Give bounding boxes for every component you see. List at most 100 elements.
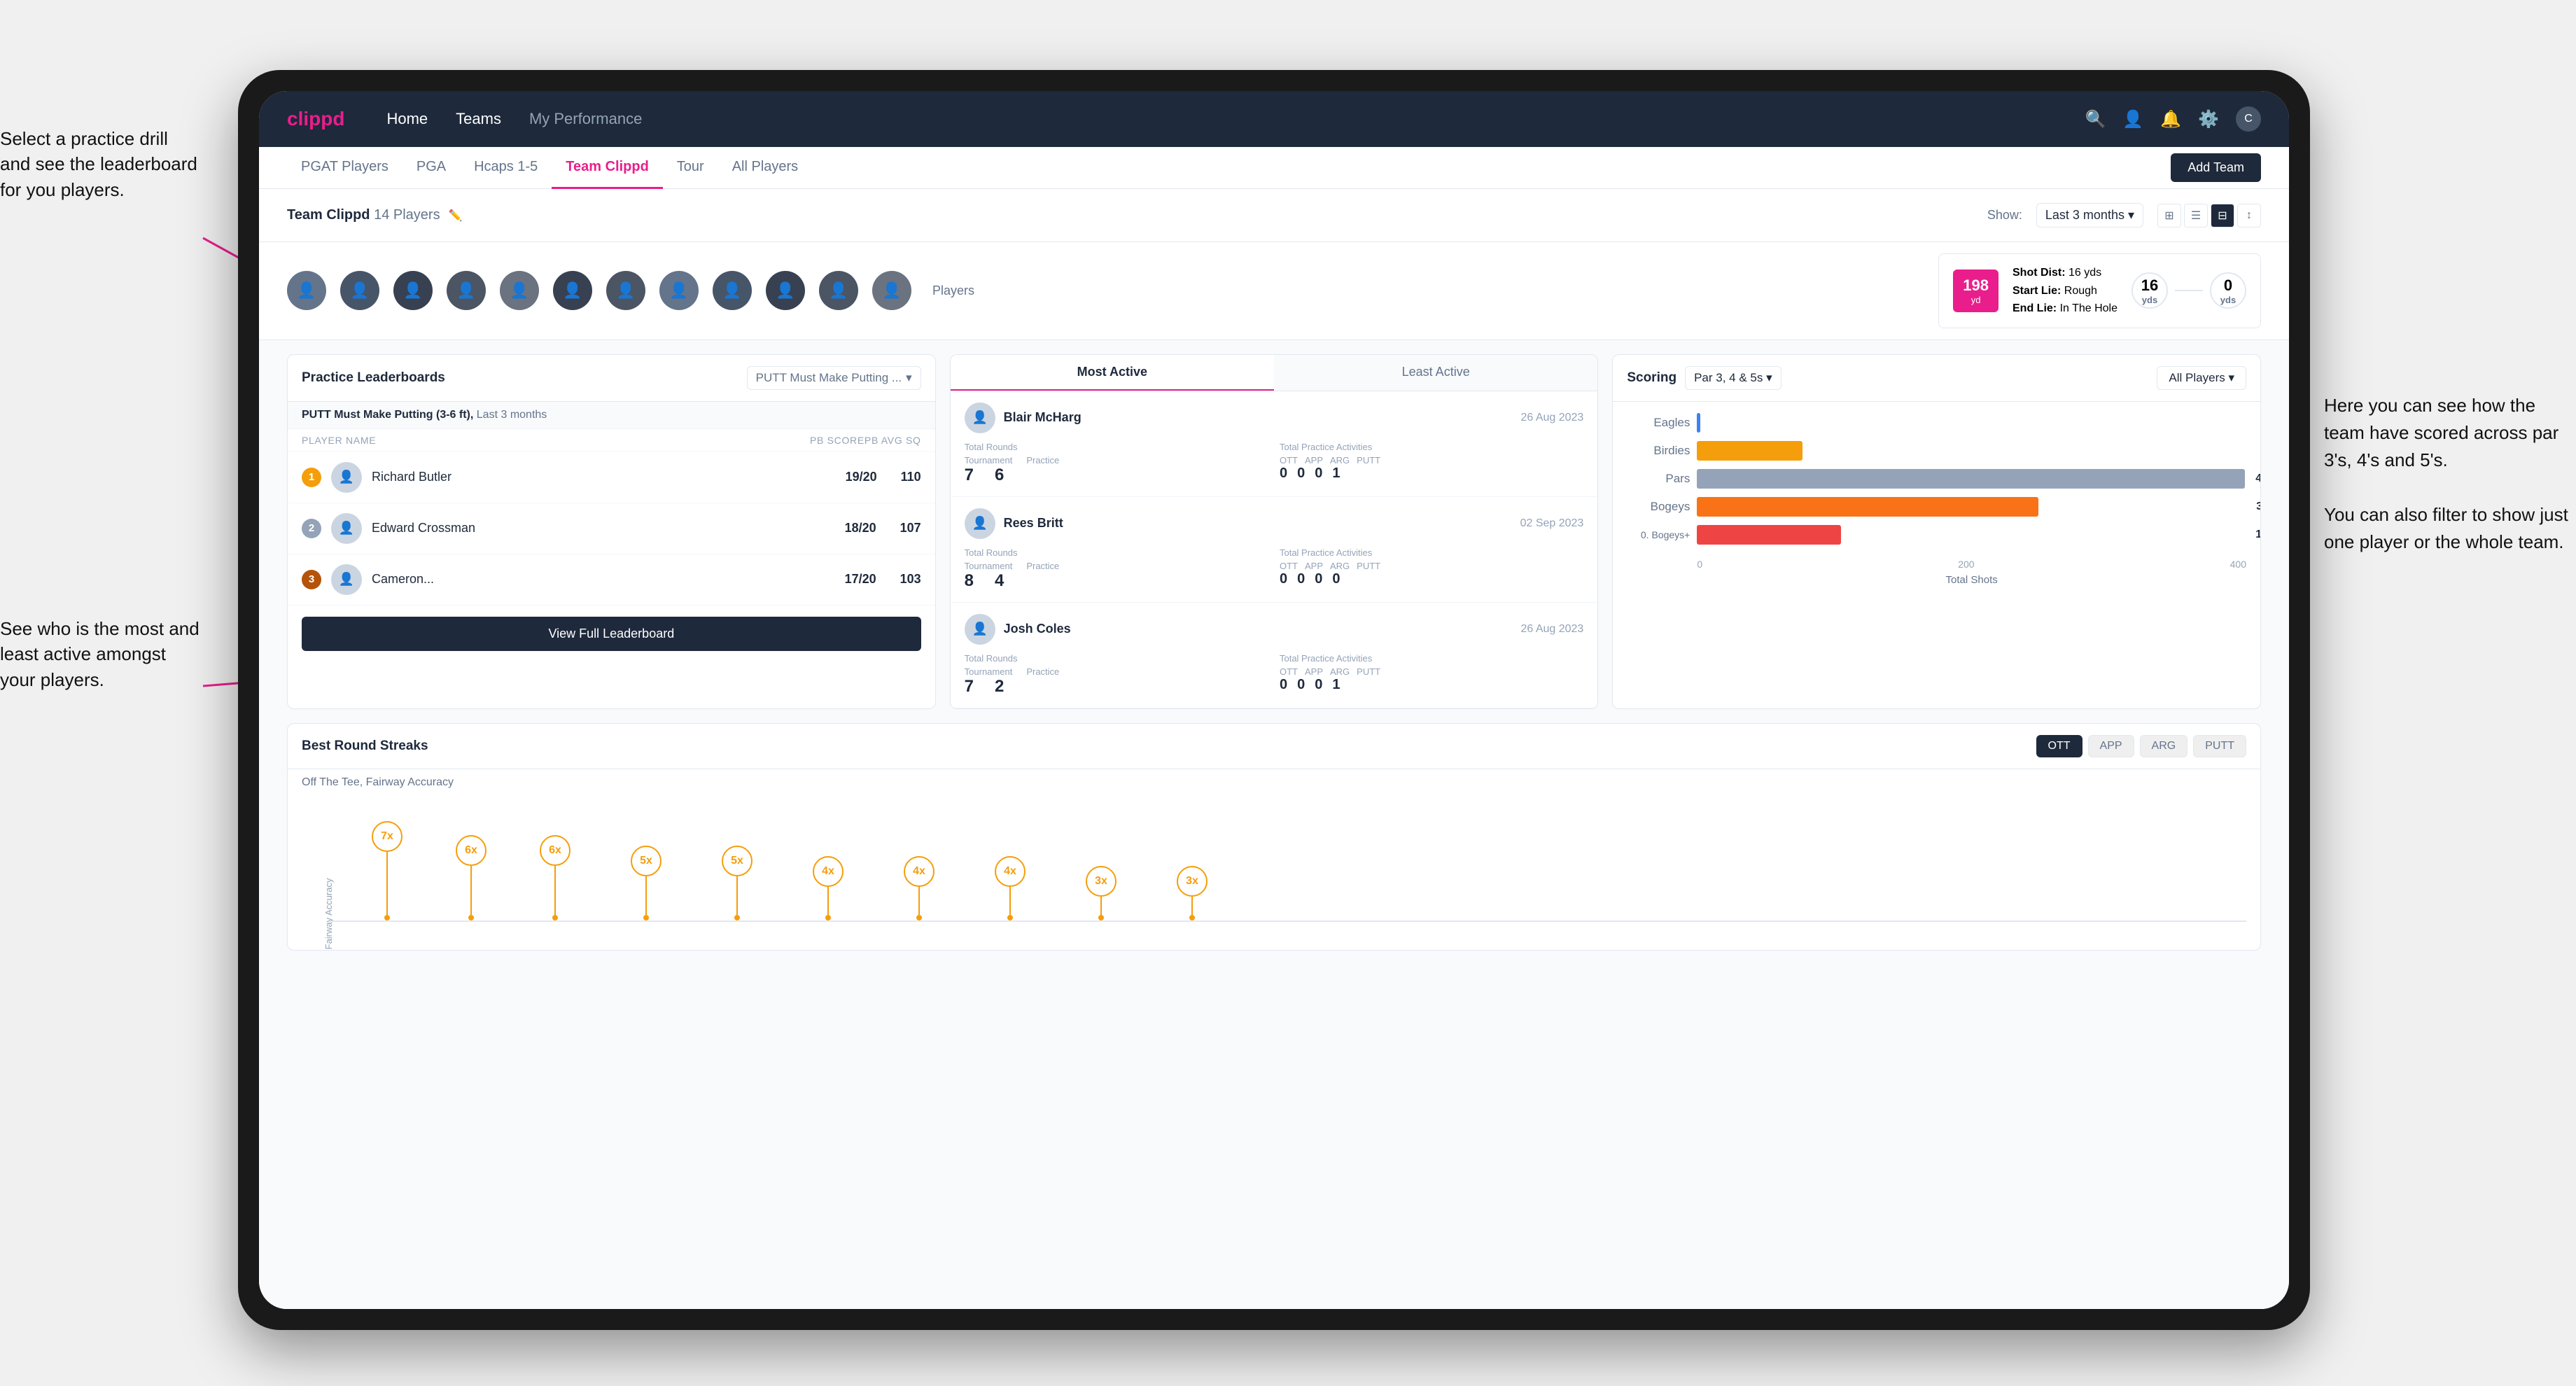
nav-logo: clippd xyxy=(287,108,344,130)
sub-nav-hcaps[interactable]: Hcaps 1-5 xyxy=(460,147,552,189)
streaks-filter-ott[interactable]: OTT xyxy=(2036,735,2082,757)
chart-value-bogeys: 311 xyxy=(2256,500,2261,513)
streak-circle-6: 4x xyxy=(813,856,844,887)
streak-stem-10 xyxy=(1191,897,1193,915)
nav-my-performance[interactable]: My Performance xyxy=(529,110,642,128)
total-rounds-group-2: Total Rounds Tournament Practice 8 4 xyxy=(965,547,1268,591)
nav-home[interactable]: Home xyxy=(386,110,428,128)
sort-icon[interactable]: ↕ xyxy=(2237,204,2261,227)
arg-value-1: 0 xyxy=(1315,465,1322,482)
player-avatar-activity-2: 👤 xyxy=(965,508,995,539)
settings-icon[interactable]: ⚙️ xyxy=(2198,109,2219,130)
practice-value-2: 4 xyxy=(995,571,1004,591)
chart-bar-birdies xyxy=(1697,441,1802,461)
list-view-icon[interactable]: ☰ xyxy=(2184,204,2208,227)
sub-nav-tour[interactable]: Tour xyxy=(663,147,718,189)
sub-nav-pgat[interactable]: PGAT Players xyxy=(287,147,402,189)
player-avatar-5[interactable]: 👤 xyxy=(500,271,539,310)
player-avatar-1[interactable]: 👤 xyxy=(287,271,326,310)
streak-point-4: 5x xyxy=(631,846,662,920)
view-full-leaderboard-button[interactable]: View Full Leaderboard xyxy=(302,617,921,651)
scoring-par-filter[interactable]: Par 3, 4 & 5s ▾ xyxy=(1685,366,1782,390)
player-avatar-2[interactable]: 👤 xyxy=(340,271,379,310)
ott-value-1: 0 xyxy=(1280,465,1287,482)
player-avatar-8[interactable]: 👤 xyxy=(659,271,699,310)
sub-nav-all-players[interactable]: All Players xyxy=(718,147,812,189)
player-avatar-11[interactable]: 👤 xyxy=(819,271,858,310)
player-act-header-2: 👤 Rees Britt 02 Sep 2023 xyxy=(965,508,1584,539)
x-label-200: 200 xyxy=(1958,559,1974,570)
streak-point-1: 7x xyxy=(372,821,402,920)
streak-stem-9 xyxy=(1100,897,1102,915)
rounds-values-2: 8 4 xyxy=(965,571,1268,591)
streak-circle-5: 5x xyxy=(722,846,752,876)
leaderboard-filter[interactable]: PUTT Must Make Putting ... ▾ xyxy=(747,366,921,390)
activity-player-name-2: Rees Britt xyxy=(1004,516,1512,531)
add-team-button[interactable]: Add Team xyxy=(2171,153,2261,182)
grid-view-icon[interactable]: ⊞ xyxy=(2157,204,2181,227)
player-avatar-3[interactable]: 👤 xyxy=(393,271,433,310)
player-avatar-4[interactable]: 👤 xyxy=(447,271,486,310)
streak-stem-3 xyxy=(554,866,556,915)
total-rounds-group: Total Rounds Tournament Practice 7 6 xyxy=(965,442,1268,485)
streak-dot-2 xyxy=(468,915,474,920)
chart-bar-container-dbogeys: 131 xyxy=(1697,525,2246,545)
player-avatar-9[interactable]: 👤 xyxy=(713,271,752,310)
scoring-title: Scoring xyxy=(1627,370,1676,386)
ott-label: OTT xyxy=(1280,455,1298,465)
rounds-values-3: 7 2 xyxy=(965,677,1268,696)
player-name-1: Richard Butler xyxy=(372,470,836,484)
leaderboards-title: Practice Leaderboards xyxy=(302,370,445,386)
list-item: 👤 Rees Britt 02 Sep 2023 Total Rounds To… xyxy=(951,497,1598,603)
person-icon[interactable]: 👤 xyxy=(2122,109,2143,130)
player-avatar-6[interactable]: 👤 xyxy=(553,271,592,310)
tournament-value-1: 7 xyxy=(965,465,974,485)
player-avatar-10[interactable]: 👤 xyxy=(766,271,805,310)
streaks-filter-app[interactable]: APP xyxy=(2088,735,2134,757)
sub-nav-team-clippd[interactable]: Team Clippd xyxy=(552,147,663,189)
activity-player-name-3: Josh Coles xyxy=(1004,622,1513,636)
player-avatar-activity-1: 👤 xyxy=(965,402,995,433)
yds-connector xyxy=(2175,290,2203,291)
player-score-2: 18/20 xyxy=(845,521,876,536)
player-avatar-12[interactable]: 👤 xyxy=(872,271,911,310)
streaks-filter-arg[interactable]: ARG xyxy=(2140,735,2188,757)
streak-dot-6 xyxy=(825,915,831,920)
rounds-sublabels: Tournament Practice xyxy=(965,455,1268,465)
chart-row-birdies: Birdies 96 xyxy=(1627,441,2246,461)
table-row: 3 👤 Cameron... 17/20 103 xyxy=(288,554,935,606)
tournament-value-3: 7 xyxy=(965,677,974,696)
putt-label: PUTT xyxy=(1357,455,1380,465)
scoring-players-filter[interactable]: All Players ▾ xyxy=(2157,366,2246,390)
lb-table-header: PLAYER NAME PB SCORE PB AVG SQ xyxy=(288,429,935,452)
streak-circle-4: 5x xyxy=(631,846,662,876)
nav-teams[interactable]: Teams xyxy=(456,110,501,128)
chart-label-eagles: Eagles xyxy=(1627,416,1690,430)
chart-bar-pars xyxy=(1697,469,2245,489)
table-row: 2 👤 Edward Crossman 18/20 107 xyxy=(288,503,935,554)
yds-right: 0 yds xyxy=(2210,272,2246,309)
tab-least-active[interactable]: Least Active xyxy=(1274,355,1597,391)
show-select[interactable]: Last 3 months ▾ xyxy=(2036,203,2143,227)
chart-bar-container-birdies: 96 xyxy=(1697,441,2246,461)
streaks-filter-putt[interactable]: PUTT xyxy=(2193,735,2246,757)
streak-circle-10: 3x xyxy=(1177,866,1208,897)
activity-player-date-1: 26 Aug 2023 xyxy=(1520,412,1583,424)
tab-most-active[interactable]: Most Active xyxy=(951,355,1274,391)
rounds-sublabels-2: Tournament Practice xyxy=(965,561,1268,571)
detail-view-icon[interactable]: ⊟ xyxy=(2211,204,2234,227)
streak-point-8: 4x xyxy=(995,856,1026,920)
user-avatar[interactable]: C xyxy=(2236,106,2261,132)
sub-nav-pga[interactable]: PGA xyxy=(402,147,460,189)
app-value-1: 0 xyxy=(1297,465,1305,482)
streak-stem-2 xyxy=(470,866,472,915)
streak-circle-3: 6x xyxy=(540,835,570,866)
streak-point-5: 5x xyxy=(722,846,752,920)
chart-row-pars: Pars 499 xyxy=(1627,469,2246,489)
edit-icon[interactable]: ✏️ xyxy=(449,209,463,223)
search-icon[interactable]: 🔍 xyxy=(2085,109,2106,130)
scoring-header: Scoring Par 3, 4 & 5s ▾ All Players ▾ xyxy=(1613,355,2260,402)
table-row: 1 👤 Richard Butler 19/20 110 xyxy=(288,452,935,503)
player-avatar-7[interactable]: 👤 xyxy=(606,271,645,310)
bell-icon[interactable]: 🔔 xyxy=(2160,109,2181,130)
